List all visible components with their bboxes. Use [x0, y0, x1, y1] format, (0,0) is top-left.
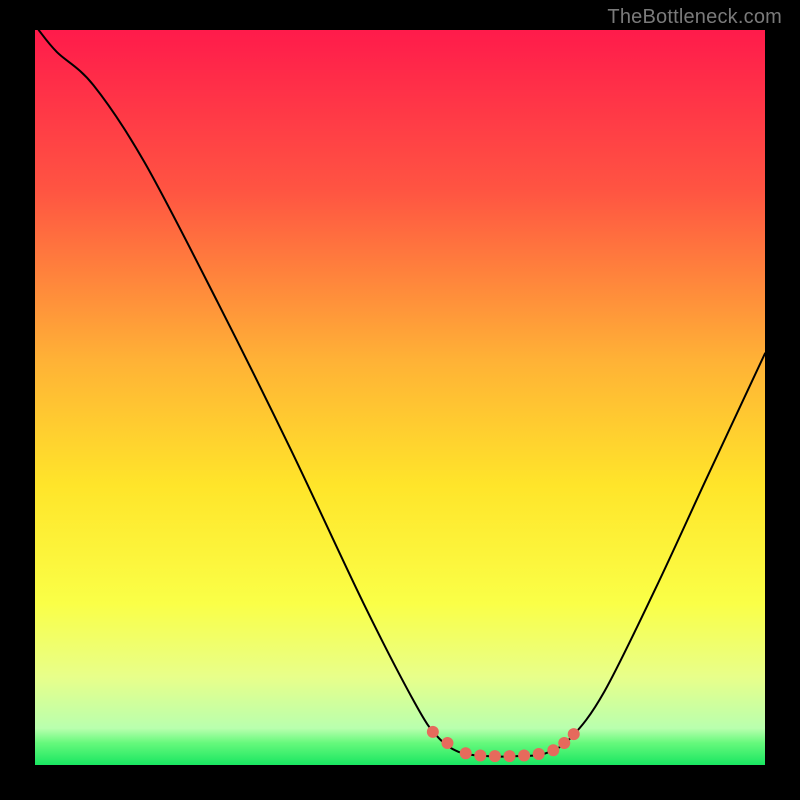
marker-dot [558, 737, 570, 749]
marker-dot [460, 747, 472, 759]
bottleneck-chart [35, 30, 765, 765]
marker-dot [504, 750, 516, 762]
watermark-text: TheBottleneck.com [607, 6, 782, 29]
gradient-background [35, 30, 765, 765]
marker-dot [533, 748, 545, 760]
chart-container [35, 30, 765, 765]
marker-dot [474, 749, 486, 761]
marker-dot [568, 728, 580, 740]
marker-dot [441, 737, 453, 749]
marker-dot [518, 749, 530, 761]
marker-dot [547, 744, 559, 756]
marker-dot [489, 750, 501, 762]
marker-dot [427, 726, 439, 738]
